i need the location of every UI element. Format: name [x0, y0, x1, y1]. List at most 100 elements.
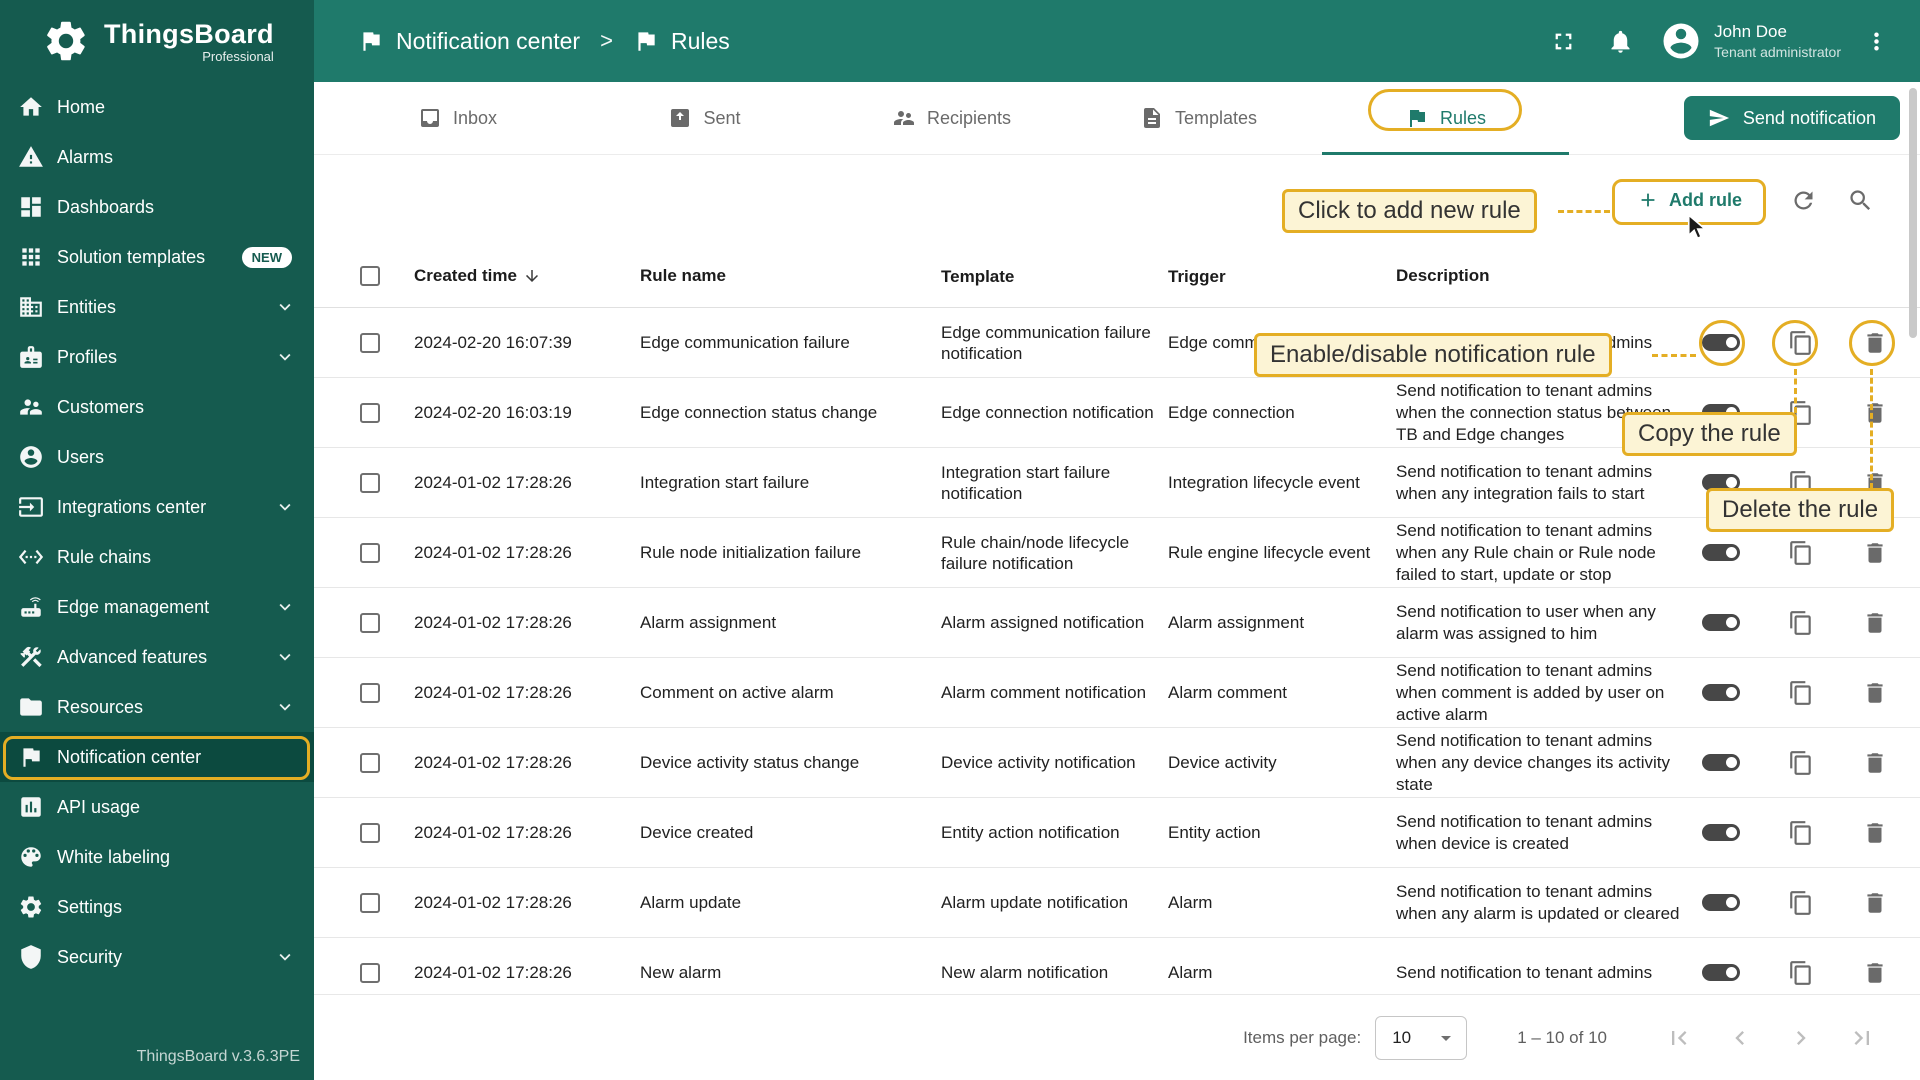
sidebar-item-advanced-features[interactable]: Advanced features — [0, 632, 314, 682]
row-checkbox[interactable] — [360, 683, 380, 703]
sidebar-item-white-labeling[interactable]: White labeling — [0, 832, 314, 882]
copy-rule-icon[interactable] — [1788, 540, 1814, 566]
rule-enabled-toggle[interactable] — [1702, 404, 1740, 421]
row-checkbox[interactable] — [360, 333, 380, 353]
delete-rule-icon[interactable] — [1862, 890, 1888, 916]
table-row[interactable]: 2024-01-02 17:28:26 Device activity stat… — [314, 728, 1920, 798]
user-info[interactable]: John Doe Tenant administrator — [1714, 21, 1841, 61]
column-template[interactable]: Template — [941, 266, 1168, 287]
table-row[interactable]: 2024-01-02 17:28:26 Rule node initializa… — [314, 518, 1920, 588]
rule-enabled-toggle[interactable] — [1702, 894, 1740, 911]
sidebar-item-resources[interactable]: Resources — [0, 682, 314, 732]
table-row[interactable]: 2024-02-20 16:03:19 Edge connection stat… — [314, 378, 1920, 448]
top-bar: Notification center > Rules John Doe Ten… — [314, 0, 1920, 82]
column-created-time[interactable]: Created time — [414, 266, 640, 286]
rule-enabled-toggle[interactable] — [1702, 754, 1740, 771]
column-rule-name[interactable]: Rule name — [640, 266, 941, 286]
delete-rule-icon[interactable] — [1862, 820, 1888, 846]
page-range: 1 – 10 of 10 — [1517, 1028, 1607, 1048]
add-rule-button[interactable]: Add rule — [1619, 179, 1760, 221]
table-row[interactable]: 2024-01-02 17:28:26 New alarm New alarm … — [314, 938, 1920, 994]
fullscreen-icon[interactable] — [1550, 28, 1577, 55]
copy-rule-icon[interactable] — [1788, 400, 1814, 426]
delete-rule-icon[interactable] — [1862, 470, 1888, 496]
items-per-page-select[interactable]: 10 — [1375, 1016, 1467, 1060]
copy-rule-icon[interactable] — [1788, 750, 1814, 776]
copy-rule-icon[interactable] — [1788, 610, 1814, 636]
tab-recipients[interactable]: Recipients — [828, 82, 1075, 154]
sidebar-item-entities[interactable]: Entities — [0, 282, 314, 332]
column-trigger[interactable]: Trigger — [1168, 266, 1396, 287]
sidebar-item-dashboards[interactable]: Dashboards — [0, 182, 314, 232]
table-row[interactable]: 2024-01-02 17:28:26 Integration start fa… — [314, 448, 1920, 518]
delete-rule-icon[interactable] — [1862, 610, 1888, 636]
breadcrumb-notification-center[interactable]: Notification center — [396, 28, 580, 55]
next-page-button[interactable] — [1787, 1024, 1815, 1052]
table-row[interactable]: 2024-01-02 17:28:26 Device created Entit… — [314, 798, 1920, 868]
table-row[interactable]: 2024-02-20 16:07:39 Edge communication f… — [314, 308, 1920, 378]
sidebar-item-integrations-center[interactable]: Integrations center — [0, 482, 314, 532]
rule-enabled-toggle[interactable] — [1702, 474, 1740, 491]
sidebar-item-customers[interactable]: Customers — [0, 382, 314, 432]
delete-rule-icon[interactable] — [1862, 680, 1888, 706]
refresh-icon[interactable] — [1790, 187, 1817, 214]
row-checkbox[interactable] — [360, 543, 380, 563]
sort-desc-icon[interactable] — [523, 267, 541, 285]
gear-icon — [18, 894, 44, 920]
sidebar-item-profiles[interactable]: Profiles — [0, 332, 314, 382]
table-row[interactable]: 2024-01-02 17:28:26 Comment on active al… — [314, 658, 1920, 728]
copy-rule-icon[interactable] — [1788, 680, 1814, 706]
tab-sent[interactable]: Sent — [581, 82, 828, 154]
first-page-button[interactable] — [1665, 1024, 1693, 1052]
sidebar-item-alarms[interactable]: Alarms — [0, 132, 314, 182]
more-menu-icon[interactable] — [1863, 28, 1890, 55]
rule-enabled-toggle[interactable] — [1702, 824, 1740, 841]
cell-trigger: Alarm — [1168, 962, 1396, 983]
delete-rule-icon[interactable] — [1862, 400, 1888, 426]
tab-rules[interactable]: Rules — [1322, 82, 1569, 154]
sidebar-item-solution-templates[interactable]: Solution templatesNEW — [0, 232, 314, 282]
column-description[interactable]: Description — [1396, 265, 1696, 287]
search-icon[interactable] — [1847, 187, 1874, 214]
row-checkbox[interactable] — [360, 613, 380, 633]
sidebar-item-users[interactable]: Users — [0, 432, 314, 482]
sidebar-item-home[interactable]: Home — [0, 82, 314, 132]
send-notification-button[interactable]: Send notification — [1684, 96, 1900, 140]
rule-enabled-toggle[interactable] — [1702, 684, 1740, 701]
sidebar-item-notification-center[interactable]: Notification center — [0, 732, 314, 782]
sidebar-item-edge-management[interactable]: Edge management — [0, 582, 314, 632]
delete-rule-icon[interactable] — [1862, 540, 1888, 566]
sidebar-item-security[interactable]: Security — [0, 932, 314, 982]
row-checkbox[interactable] — [360, 963, 380, 983]
table-row[interactable]: 2024-01-02 17:28:26 Alarm update Alarm u… — [314, 868, 1920, 938]
notifications-bell-icon[interactable] — [1607, 28, 1634, 55]
app-logo[interactable]: ThingsBoard Professional — [0, 0, 314, 82]
rule-enabled-toggle[interactable] — [1702, 964, 1740, 981]
copy-rule-icon[interactable] — [1788, 820, 1814, 846]
copy-rule-icon[interactable] — [1788, 470, 1814, 496]
copy-rule-icon[interactable] — [1788, 890, 1814, 916]
row-checkbox[interactable] — [360, 893, 380, 913]
tab-templates[interactable]: Templates — [1075, 82, 1322, 154]
select-all-checkbox[interactable] — [360, 266, 380, 286]
delete-rule-icon[interactable] — [1862, 960, 1888, 986]
tab-inbox[interactable]: Inbox — [334, 82, 581, 154]
rule-enabled-toggle[interactable] — [1702, 544, 1740, 561]
row-checkbox[interactable] — [360, 473, 380, 493]
row-checkbox[interactable] — [360, 753, 380, 773]
copy-rule-icon[interactable] — [1788, 960, 1814, 986]
row-checkbox[interactable] — [360, 403, 380, 423]
sidebar-item-settings[interactable]: Settings — [0, 882, 314, 932]
copy-rule-icon[interactable] — [1788, 330, 1814, 356]
sidebar-item-rule-chains[interactable]: Rule chains — [0, 532, 314, 582]
rule-enabled-toggle[interactable] — [1702, 334, 1740, 351]
sidebar-item-api-usage[interactable]: API usage — [0, 782, 314, 832]
delete-rule-icon[interactable] — [1862, 330, 1888, 356]
avatar[interactable] — [1660, 20, 1702, 62]
delete-rule-icon[interactable] — [1862, 750, 1888, 776]
last-page-button[interactable] — [1848, 1024, 1876, 1052]
table-row[interactable]: 2024-01-02 17:28:26 Alarm assignment Ala… — [314, 588, 1920, 658]
rule-enabled-toggle[interactable] — [1702, 614, 1740, 631]
row-checkbox[interactable] — [360, 823, 380, 843]
prev-page-button[interactable] — [1726, 1024, 1754, 1052]
